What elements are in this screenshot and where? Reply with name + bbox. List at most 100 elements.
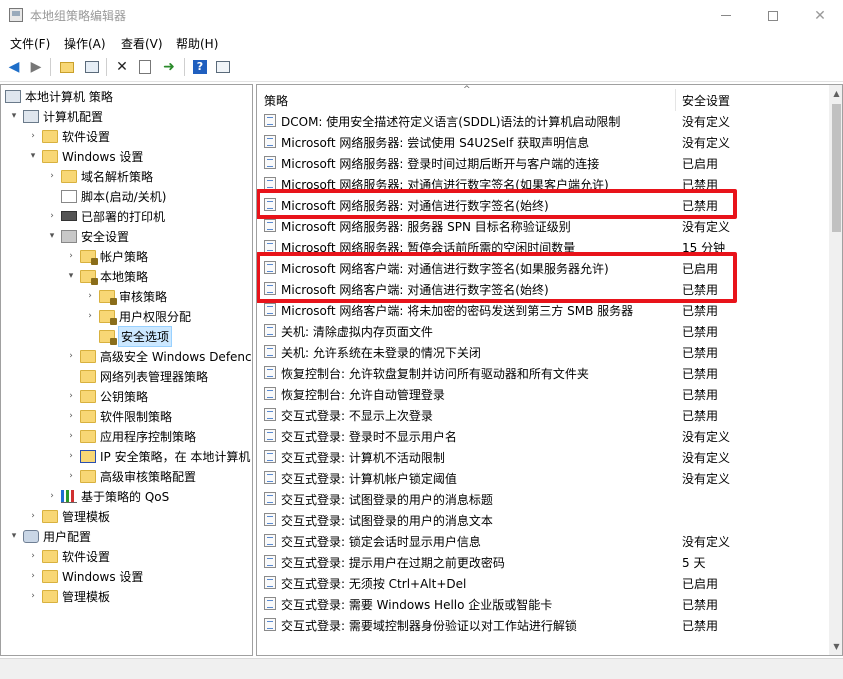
column-header-setting[interactable]: 安全设置 (682, 89, 730, 111)
tree-item-local-computer-policy[interactable]: 本地计算机 策略 (5, 86, 113, 106)
chevron-right-icon[interactable]: › (28, 551, 38, 561)
table-row[interactable]: 关机: 允许系统在未登录的情况下关闭 已禁用 (257, 341, 827, 362)
chevron-right-icon[interactable]: › (47, 491, 57, 501)
tree-item-computer-config[interactable]: ▾ 计算机配置 (9, 106, 103, 126)
table-row[interactable]: 交互式登录: 需要 Windows Hello 企业版或智能卡 已禁用 (257, 593, 827, 614)
chevron-right-icon[interactable]: › (47, 171, 57, 181)
tree-item-scripts[interactable]: 脚本(启动/关机) (47, 186, 166, 206)
tree-item-user-rights[interactable]: › 用户权限分配 (85, 306, 191, 326)
tree-item-windows-settings[interactable]: ▾ Windows 设置 (28, 146, 143, 166)
column-header-policy[interactable]: 策略 (264, 89, 288, 111)
forward-arrow-icon[interactable]: ▶ (27, 58, 45, 76)
table-row[interactable]: 关机: 清除虚拟内存页面文件 已禁用 (257, 320, 827, 341)
policy-value: 已禁用 (682, 304, 719, 318)
chevron-right-icon[interactable]: › (66, 451, 76, 461)
maximize-button[interactable] (750, 0, 796, 31)
chevron-right-icon[interactable]: › (66, 431, 76, 441)
delete-icon[interactable]: ✕ (113, 58, 131, 76)
tree-item-user-software-settings[interactable]: › 软件设置 (28, 546, 110, 566)
table-row[interactable]: 交互式登录: 无须按 Ctrl+Alt+Del 已启用 (257, 572, 827, 593)
show-tree-icon[interactable] (83, 58, 101, 76)
table-row[interactable]: 交互式登录: 计算机帐户锁定阈值 没有定义 (257, 467, 827, 488)
table-row[interactable]: DCOM: 使用安全描述符定义语言(SDDL)语法的计算机启动限制 没有定义 (257, 110, 827, 131)
tree-item-label: 公钥策略 (100, 389, 149, 404)
scrollbar-thumb[interactable] (832, 104, 841, 232)
chevron-right-icon[interactable]: › (47, 211, 57, 221)
tree-item-software-settings[interactable]: › 软件设置 (28, 126, 110, 146)
tree-item-public-key-policies[interactable]: › 公钥策略 (66, 386, 148, 406)
chevron-right-icon[interactable]: › (28, 591, 38, 601)
chevron-right-icon[interactable]: › (28, 511, 38, 521)
policy-value: 已禁用 (682, 388, 719, 402)
view-icon[interactable] (214, 58, 232, 76)
table-row[interactable]: 交互式登录: 不显示上次登录 已禁用 (257, 404, 827, 425)
tree-item-advanced-audit[interactable]: › 高级审核策略配置 (66, 466, 196, 486)
policy-setting-icon (264, 114, 276, 127)
chevron-down-icon[interactable]: ▾ (47, 231, 57, 241)
policy-list[interactable]: ^ 策略 安全设置 DCOM: 使用安全描述符定义语言(SDDL)语法的计算机启… (256, 84, 843, 656)
chevron-down-icon[interactable]: ▾ (9, 531, 19, 541)
chevron-down-icon[interactable]: ▾ (9, 111, 19, 121)
tree-item-ip-security[interactable]: › IP 安全策略，在 本地计算机 (66, 446, 250, 466)
export-icon[interactable]: ➜ (160, 58, 178, 76)
back-arrow-icon[interactable]: ◀ (5, 58, 23, 76)
chevron-right-icon[interactable]: › (28, 571, 38, 581)
close-button[interactable]: ✕ (797, 0, 843, 31)
tree-item-security-settings[interactable]: ▾ 安全设置 (47, 226, 129, 246)
table-row[interactable]: 交互式登录: 试图登录的用户的消息文本 (257, 509, 827, 530)
tree-item-network-list-manager[interactable]: 网络列表管理器策略 (66, 366, 208, 386)
tree-item-name-resolution-policy[interactable]: › 域名解析策略 (47, 166, 153, 186)
properties-icon[interactable] (136, 58, 154, 76)
chevron-right-icon[interactable]: › (85, 311, 95, 321)
table-row[interactable]: 恢复控制台: 允许软盘复制并访问所有驱动器和所有文件夹 已禁用 (257, 362, 827, 383)
help-icon[interactable]: ? (191, 58, 209, 76)
tree-item-account-policies[interactable]: › 帐户策略 (66, 246, 148, 266)
menu-file[interactable]: 文件(F) (10, 35, 50, 52)
tree-item-local-policies[interactable]: ▾ 本地策略 (66, 266, 148, 286)
table-row[interactable]: 交互式登录: 提示用户在过期之前更改密码 5 天 (257, 551, 827, 572)
table-row[interactable]: Microsoft 网络服务器: 登录时间过期后断开与客户端的连接 已启用 (257, 152, 827, 173)
minimize-button[interactable] (703, 0, 749, 31)
chevron-right-icon[interactable]: › (66, 351, 76, 361)
chevron-down-icon[interactable]: ▾ (28, 151, 38, 161)
script-icon (61, 189, 77, 203)
chevron-right-icon[interactable]: › (66, 411, 76, 421)
chevron-right-icon[interactable]: › (28, 131, 38, 141)
tree-item-audit-policy[interactable]: › 审核策略 (85, 286, 167, 306)
tree-item-policy-qos[interactable]: › 基于策略的 QoS (47, 486, 169, 506)
chevron-right-icon[interactable]: › (66, 471, 76, 481)
scroll-down-icon[interactable]: ▼ (829, 638, 842, 655)
table-row[interactable]: 交互式登录: 试图登录的用户的消息标题 (257, 488, 827, 509)
policy-name: 交互式登录: 需要 Windows Hello 企业版或智能卡 (281, 598, 553, 612)
table-row[interactable]: 交互式登录: 需要域控制器身份验证以对工作站进行解锁 已禁用 (257, 614, 827, 635)
menu-action[interactable]: 操作(A) (64, 35, 106, 52)
tree-item-user-config[interactable]: ▾ 用户配置 (9, 526, 91, 546)
table-row[interactable]: 交互式登录: 计算机不活动限制 没有定义 (257, 446, 827, 467)
table-row[interactable]: 交互式登录: 锁定会话时显示用户信息 没有定义 (257, 530, 827, 551)
tree-item-label: 本地计算机 策略 (25, 89, 113, 104)
menu-help[interactable]: 帮助(H) (176, 35, 218, 52)
chevron-right-icon[interactable]: › (66, 391, 76, 401)
chevron-down-icon[interactable]: ▾ (66, 271, 76, 281)
vertical-scrollbar[interactable]: ▲ ▼ (829, 85, 842, 655)
tree-item-app-control[interactable]: › 应用程序控制策略 (66, 426, 196, 446)
tree-item-user-admin-templates[interactable]: › 管理模板 (28, 586, 110, 606)
chevron-right-icon[interactable]: › (66, 251, 76, 261)
table-row[interactable]: Microsoft 网络服务器: 尝试使用 S4U2Self 获取声明信息 没有定… (257, 131, 827, 152)
scroll-up-icon[interactable]: ▲ (829, 85, 842, 102)
menu-view[interactable]: 查看(V) (121, 35, 163, 52)
tree-item-user-windows-settings[interactable]: › Windows 设置 (28, 566, 143, 586)
tree-item-security-options[interactable]: 安全选项 (85, 325, 173, 347)
policy-value: 没有定义 (682, 535, 731, 549)
chevron-right-icon[interactable]: › (85, 291, 95, 301)
tree-item-windows-defender-firewall[interactable]: › 高级安全 Windows Defenc (66, 346, 252, 366)
tree-item-admin-templates[interactable]: › 管理模板 (28, 506, 110, 526)
console-tree[interactable]: 本地计算机 策略 ▾ 计算机配置 › 软件设置 ▾ Windows 设置 › 域名解析策… (0, 84, 253, 656)
folder-icon (99, 289, 117, 305)
table-row[interactable]: 恢复控制台: 允许自动管理登录 已禁用 (257, 383, 827, 404)
table-row[interactable]: 交互式登录: 登录时不显示用户名 没有定义 (257, 425, 827, 446)
up-folder-icon[interactable] (58, 58, 76, 76)
tree-item-software-restriction[interactable]: › 软件限制策略 (66, 406, 172, 426)
column-separator[interactable] (675, 89, 676, 111)
tree-item-deployed-printers[interactable]: › 已部署的打印机 (47, 206, 165, 226)
